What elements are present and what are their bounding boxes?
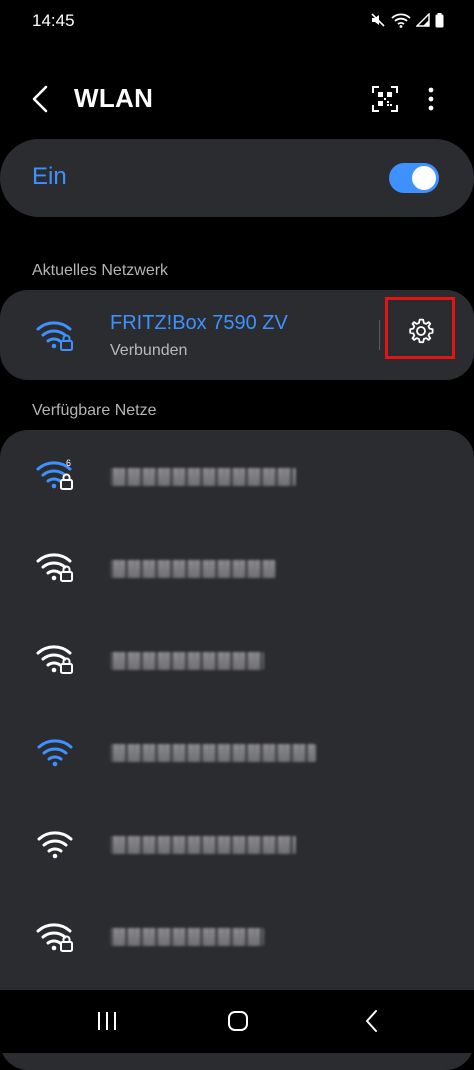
home-button[interactable] [218,1004,258,1038]
switch-label: Ein [32,163,67,190]
system-back-button[interactable] [352,1004,392,1038]
network-name [110,560,276,578]
wifi-secured-icon [36,317,74,353]
status-bar: 14:45 [0,0,474,44]
current-network-status: Verbunden [110,342,188,359]
network-name [110,928,264,946]
network-name [110,652,264,670]
wifi-status-icon [391,12,411,28]
toggle-knob [412,166,436,190]
wifi-secured-icon [36,550,76,584]
status-time: 14:45 [32,11,75,30]
wlan-master-switch[interactable]: Ein [0,139,474,217]
network-list-item[interactable] [0,616,474,706]
system-navigation-bar [0,990,474,1053]
svg-text:6: 6 [66,458,71,468]
page-title: WLAN [74,83,154,113]
wifi-open-icon [36,828,76,862]
wifi-open-icon [36,736,76,770]
network-list-item[interactable] [0,524,474,614]
home-icon [228,1011,248,1031]
back-chevron-icon [366,1010,377,1032]
network-list-item[interactable] [0,892,474,982]
network-list-item[interactable] [0,800,474,890]
wifi-secured-icon [36,642,76,676]
wifi-secured-icon [36,920,76,954]
mute-icon [370,12,386,28]
available-networks-list: 6 [0,430,474,1070]
more-vertical-icon [428,87,434,111]
back-button[interactable] [26,82,56,116]
recent-apps-button[interactable] [87,1004,127,1038]
network-list-item[interactable]: 6 [0,430,474,520]
gear-icon [409,318,434,344]
current-network-heading: Aktuelles Netzwerk [32,262,169,279]
app-bar: WLAN [0,70,474,128]
signal-icon [416,13,430,27]
network-list-item[interactable] [0,706,474,796]
recent-apps-icon [98,1012,116,1030]
more-options-button[interactable] [418,84,444,114]
back-arrow-icon [32,85,48,113]
network-name [110,468,296,486]
wlan-toggle[interactable] [389,163,439,193]
qr-code-button[interactable] [370,84,400,114]
available-networks-heading: Verfügbare Netze [32,402,157,419]
network-settings-button[interactable] [385,297,455,359]
wifi-6-secured-icon: 6 [36,458,76,492]
status-icons [370,12,444,28]
qr-code-icon [372,86,398,112]
battery-icon [435,12,444,28]
current-network-item[interactable]: FRITZ!Box 7590 ZV Verbunden [0,290,474,380]
divider [379,320,380,350]
current-network-name: FRITZ!Box 7590 ZV [110,312,288,334]
network-name [110,836,296,854]
network-name [110,744,316,762]
